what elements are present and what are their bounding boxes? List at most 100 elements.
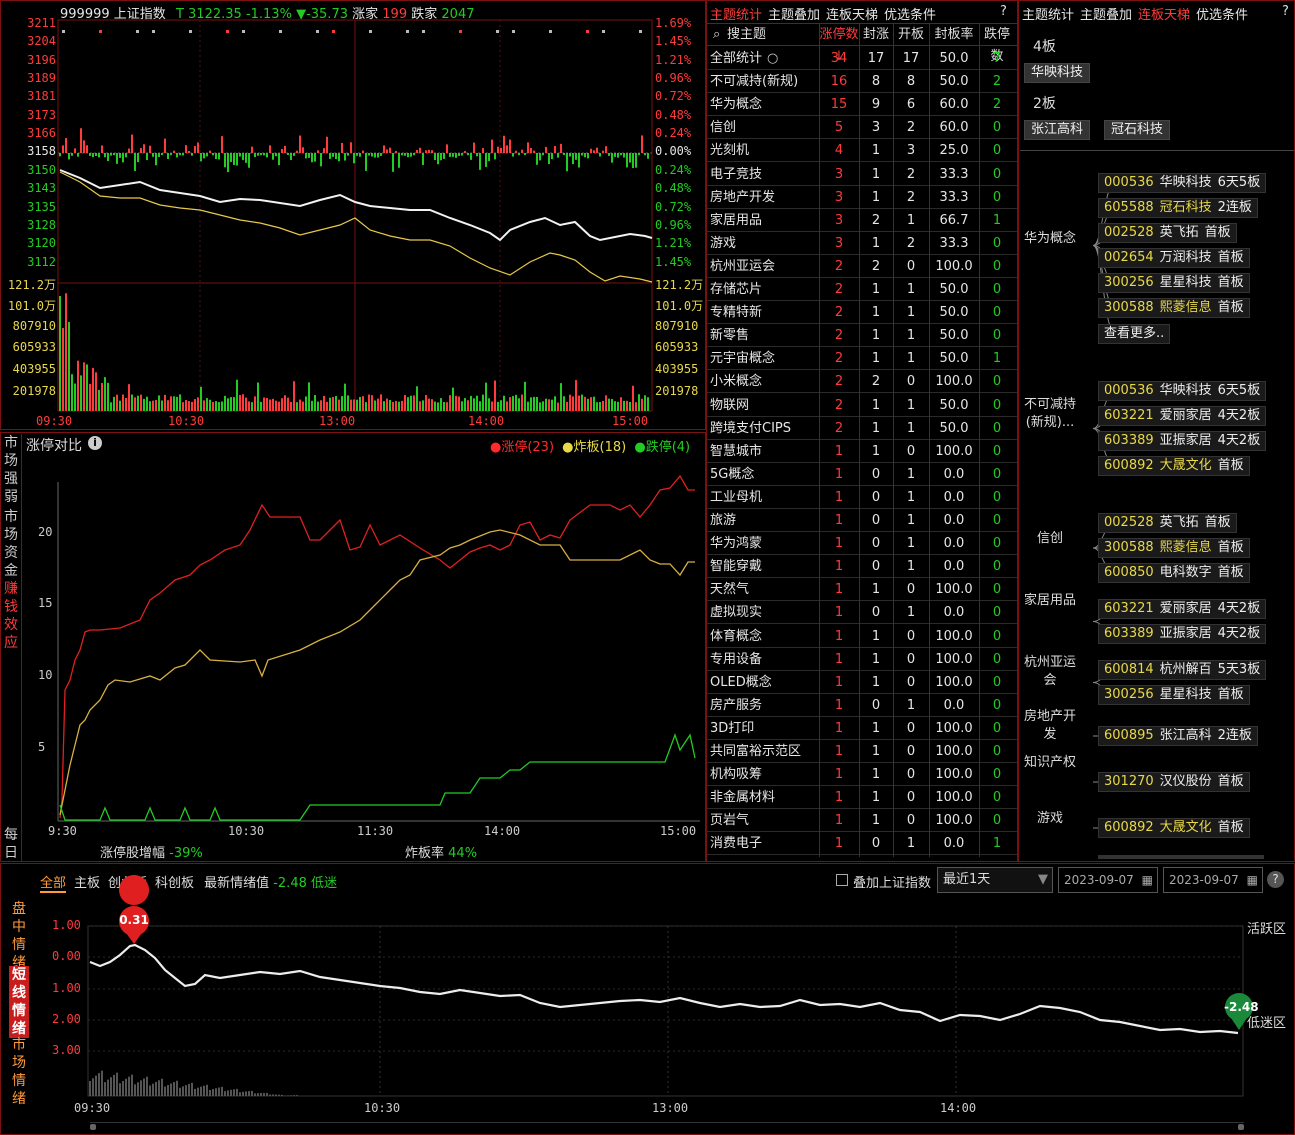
- ladder-stock[interactable]: 603221 爱丽家居 4天2板: [1098, 406, 1267, 426]
- theme-row[interactable]: 房产服务 1 0 1 0.0 0: [707, 694, 1017, 717]
- theme-cell: 50.0: [939, 328, 969, 344]
- peak-pin-icon: [119, 875, 150, 905]
- theme-name: 专用设备: [710, 651, 763, 667]
- theme-row[interactable]: 物联网 2 1 1 50.0 0: [707, 394, 1017, 417]
- ladder-stock[interactable]: 600814 杭州解百 5天3板: [1098, 660, 1267, 680]
- theme-row[interactable]: 专精特新 2 1 1 50.0 0: [707, 301, 1017, 325]
- ladder-group-name[interactable]: 知识产权: [1020, 754, 1080, 772]
- ladder-stock[interactable]: 300588 熙菱信息 首板: [1098, 538, 1250, 558]
- theme-name: 电子竞技: [710, 166, 763, 182]
- theme-row[interactable]: 旅游 1 0 1 0.0 0: [707, 509, 1017, 532]
- tab-limit-ladder[interactable]: 连板天梯: [826, 8, 878, 23]
- theme-row[interactable]: 非金属材料 1 1 0 100.0 0: [707, 786, 1017, 810]
- ladder-group-name[interactable]: 不可减持(新规)...: [1020, 396, 1080, 432]
- tab-theme-stats[interactable]: 主题统计: [710, 8, 762, 23]
- ladder-group-name[interactable]: 房地产开发: [1020, 708, 1080, 744]
- theme-row[interactable]: 光刻机 4 1 3 25.0 0: [707, 139, 1017, 163]
- theme-row[interactable]: 电子竞技 3 1 2 33.3 0: [707, 163, 1017, 186]
- theme-row[interactable]: 不可减持(新规) 16 8 8 50.0 2: [707, 70, 1017, 94]
- theme-row[interactable]: 体育概念 1 1 0 100.0 0: [707, 625, 1017, 648]
- theme-row[interactable]: 机构吸筹 1 1 0 100.0 0: [707, 763, 1017, 787]
- theme-row[interactable]: 共同富裕示范区 1 1 0 100.0 0: [707, 740, 1017, 763]
- tab-filter[interactable]: 优选条件: [884, 8, 936, 23]
- tab-theme-overlay[interactable]: 主题叠加: [768, 8, 820, 23]
- theme-cell: 1: [906, 328, 916, 344]
- ladder-stock[interactable]: 000536 华映科技 6天5板: [1098, 173, 1267, 193]
- theme-row[interactable]: 房地产开发 3 1 2 33.3 0: [707, 186, 1017, 209]
- ladder-stock[interactable]: 300588 熙菱信息 首板: [1098, 298, 1250, 318]
- theme-row[interactable]: 家居用品 3 2 1 66.7 1: [707, 209, 1017, 232]
- theme-cell: 8: [871, 74, 881, 90]
- ladder-stock[interactable]: 002654 万润科技 首板: [1098, 248, 1250, 268]
- theme-row[interactable]: 跨境支付CIPS 2 1 1 50.0 0: [707, 417, 1017, 440]
- ladder-tab-ladder[interactable]: 连板天梯: [1138, 8, 1190, 23]
- theme-row[interactable]: 小米概念 2 2 0 100.0 0: [707, 370, 1017, 394]
- theme-row[interactable]: 智慧城市 1 1 0 100.0 0: [707, 440, 1017, 463]
- theme-row[interactable]: 元宇宙概念 2 1 1 50.0 1: [707, 347, 1017, 371]
- search-icon[interactable]: ⌕: [713, 24, 720, 46]
- ladder-stock[interactable]: 002528 英飞拓 首板: [1098, 223, 1237, 243]
- ladder-stock-btn[interactable]: 冠石科技: [1104, 120, 1171, 140]
- theme-row[interactable]: 工业母机 1 0 1 0.0 0: [707, 486, 1017, 509]
- theme-row[interactable]: 全部统计 ○ 34 17 17 50.0 7: [707, 47, 1017, 70]
- ladder-scrollbar[interactable]: [1098, 855, 1264, 859]
- ladder-group-name[interactable]: 家居用品: [1020, 592, 1080, 610]
- theme-cell: 1: [834, 813, 844, 829]
- ladder-stock[interactable]: 002528 英飞拓 首板: [1098, 513, 1237, 533]
- theme-cell: 0: [992, 235, 1002, 251]
- col-sealed[interactable]: 封涨: [859, 24, 893, 46]
- ladder-stock-btn[interactable]: 张江高科: [1024, 120, 1091, 140]
- ladder-stock[interactable]: 603221 爱丽家居 4天2板: [1098, 599, 1267, 619]
- theme-row[interactable]: OLED概念 1 1 0 100.0 0: [707, 671, 1017, 694]
- ladder-stock[interactable]: 605588 冠石科技 2连板: [1098, 198, 1258, 218]
- ladder-stock[interactable]: 000536 华映科技 6天5板: [1098, 381, 1267, 401]
- theme-row[interactable]: 华为概念 15 9 6 60.0 2: [707, 93, 1017, 117]
- ladder-group-name[interactable]: 信创: [1020, 530, 1080, 548]
- ladder-stock[interactable]: 600850 电科数字 首板: [1098, 563, 1250, 583]
- theme-row[interactable]: 虚拟现实 1 0 1 0.0 0: [707, 601, 1017, 625]
- ladder-stock[interactable]: 600892 大晟文化 首板: [1098, 456, 1250, 476]
- ladder-stock[interactable]: 600895 张江高科 2连板: [1098, 726, 1258, 746]
- ladder-tab-overlay[interactable]: 主题叠加: [1080, 8, 1132, 23]
- ladder-stock-btn[interactable]: 华映科技: [1024, 63, 1091, 83]
- ladder-help-icon[interactable]: ?: [1282, 4, 1289, 19]
- ladder-group-name[interactable]: 杭州亚运会: [1020, 654, 1080, 690]
- index-intraday-chart[interactable]: [0, 0, 706, 430]
- ladder-stock[interactable]: 300256 星星科技 首板: [1098, 685, 1250, 705]
- theme-cell: 8: [906, 74, 916, 90]
- ladder-group-name[interactable]: 华为概念: [1020, 230, 1080, 248]
- theme-row[interactable]: 新零售 2 1 1 50.0 0: [707, 324, 1017, 348]
- ladder-tab-filter[interactable]: 优选条件: [1196, 8, 1248, 23]
- ladder-stock[interactable]: 600892 大晟文化 首板: [1098, 818, 1250, 838]
- theme-row[interactable]: 游戏 3 1 2 33.3 0: [707, 232, 1017, 255]
- theme-cell: 1: [906, 836, 916, 852]
- theme-row[interactable]: 信创 5 3 2 60.0 0: [707, 116, 1017, 140]
- theme-cell: 0: [906, 813, 916, 829]
- ladder-tab-theme-stats[interactable]: 主题统计: [1022, 8, 1074, 23]
- theme-row[interactable]: 消费电子 1 0 1 0.0 1: [707, 832, 1017, 856]
- scroll-handle-left[interactable]: [90, 1124, 96, 1130]
- theme-row[interactable]: 3D打印 1 1 0 100.0 0: [707, 717, 1017, 740]
- theme-row[interactable]: 5G概念 1 0 1 0.0 0: [707, 463, 1017, 486]
- theme-row[interactable]: 杭州亚运会 2 2 0 100.0 0: [707, 255, 1017, 278]
- ladder-group-name[interactable]: 游戏: [1020, 810, 1080, 828]
- theme-row[interactable]: 智能穿戴 1 0 1 0.0 0: [707, 555, 1017, 579]
- theme-row[interactable]: 天然气 1 1 0 100.0 0: [707, 578, 1017, 602]
- limit-compare-chart[interactable]: [0, 432, 706, 862]
- ladder-stock[interactable]: 300256 星星科技 首板: [1098, 273, 1250, 293]
- col-seal-rate[interactable]: 封板率: [929, 24, 979, 46]
- view-more-button[interactable]: 查看更多..: [1098, 324, 1171, 344]
- col-opened[interactable]: 开板: [893, 24, 929, 46]
- ladder-stock[interactable]: 603389 亚振家居 4天2板: [1098, 624, 1267, 644]
- scroll-handle-right[interactable]: [1238, 1124, 1244, 1130]
- theme-row[interactable]: 专用设备 1 1 0 100.0 0: [707, 648, 1017, 671]
- theme-row[interactable]: 华为鸿蒙 1 0 1 0.0 0: [707, 532, 1017, 556]
- theme-row[interactable]: 页岩气 1 1 0 100.0 0: [707, 809, 1017, 833]
- ladder-stock[interactable]: 603389 亚振家居 4天2板: [1098, 431, 1267, 451]
- sentiment-chart[interactable]: [0, 863, 1295, 1135]
- sentiment-scrollbar[interactable]: [90, 1122, 1244, 1130]
- ladder-stock[interactable]: 301270 汉仪股份 首板: [1098, 772, 1250, 792]
- theme-help-icon[interactable]: ?: [1000, 4, 1007, 19]
- search-theme-input[interactable]: 搜主题: [727, 24, 766, 46]
- theme-row[interactable]: 存储芯片 2 1 1 50.0 0: [707, 278, 1017, 301]
